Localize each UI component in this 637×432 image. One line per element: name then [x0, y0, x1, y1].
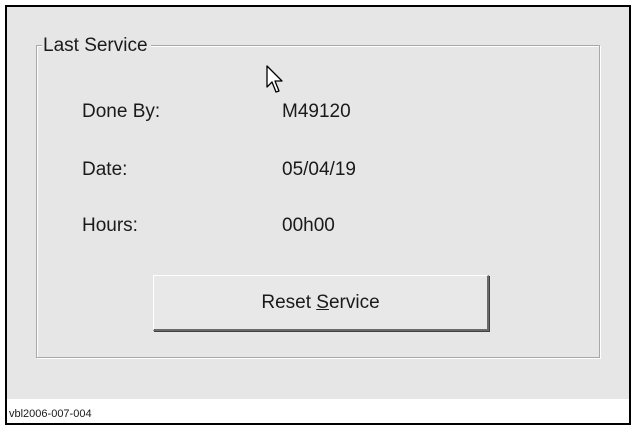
reset-service-label-end: ervice: [328, 291, 380, 313]
date-label: Date:: [82, 159, 128, 180]
reset-service-button[interactable]: Reset Service: [153, 275, 489, 331]
date-value: 05/04/19: [282, 159, 356, 180]
hours-label: Hours:: [82, 215, 138, 236]
reset-service-mnemonic: S: [316, 291, 329, 313]
last-service-title: Last Service: [42, 35, 151, 57]
figure-frame: Last Service Done By: M49120 Date: 05/04…: [5, 5, 631, 425]
done-by-value: M49120: [282, 101, 351, 122]
done-by-label: Done By:: [82, 101, 161, 122]
service-panel: Last Service Done By: M49120 Date: 05/04…: [7, 7, 629, 399]
hours-value: 00h00: [282, 215, 335, 236]
figure-caption: vbl2006-007-004: [9, 408, 92, 420]
mouse-pointer-icon: [266, 65, 283, 93]
reset-service-label-start: Reset: [261, 291, 317, 313]
